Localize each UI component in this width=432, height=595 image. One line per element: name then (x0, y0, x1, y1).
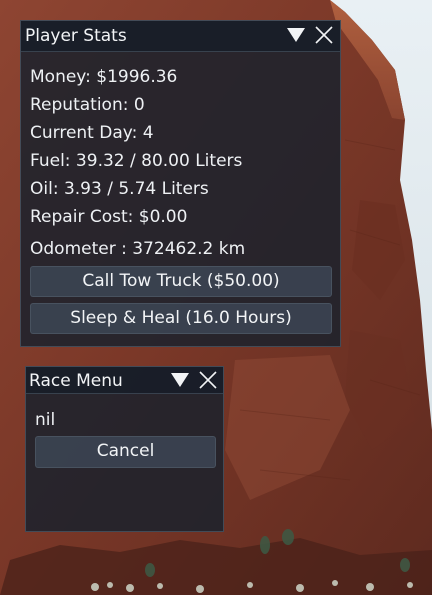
cancel-label: Cancel (96, 441, 155, 461)
player-stats-titlebar[interactable]: Player Stats (21, 21, 340, 52)
race-menu-window: Race Menu nil Cancel (25, 366, 224, 532)
sleep-heal-label: Sleep & Heal (16.0 Hours) (70, 308, 292, 328)
desert-scrub (91, 529, 413, 593)
collapse-triangle-icon[interactable] (169, 369, 191, 391)
close-icon[interactable] (313, 24, 335, 46)
repair-cost-text: Repair Cost: $0.00 (30, 207, 188, 227)
money-text: Money: $1996.36 (30, 67, 178, 87)
cancel-button[interactable]: Cancel (35, 436, 216, 468)
oil-text: Oil: 3.93 / 5.74 Liters (30, 179, 209, 199)
race-status-text: nil (35, 410, 56, 430)
reputation-text: Reputation: 0 (30, 95, 145, 115)
collapse-triangle-icon[interactable] (285, 24, 307, 46)
player-stats-title: Player Stats (25, 26, 127, 46)
sleep-heal-button[interactable]: Sleep & Heal (16.0 Hours) (30, 303, 332, 334)
race-menu-title: Race Menu (29, 371, 123, 391)
close-icon[interactable] (197, 369, 219, 391)
call-tow-truck-label: Call Tow Truck ($50.00) (82, 271, 280, 291)
race-menu-titlebar[interactable]: Race Menu (26, 367, 223, 394)
player-stats-window: Player Stats Money: $1996.36 Reputation:… (20, 20, 341, 347)
call-tow-truck-button[interactable]: Call Tow Truck ($50.00) (30, 266, 332, 297)
current-day-text: Current Day: 4 (30, 123, 154, 143)
fuel-text: Fuel: 39.32 / 80.00 Liters (30, 151, 243, 171)
odometer-text: Odometer : 372462.2 km (30, 239, 246, 259)
